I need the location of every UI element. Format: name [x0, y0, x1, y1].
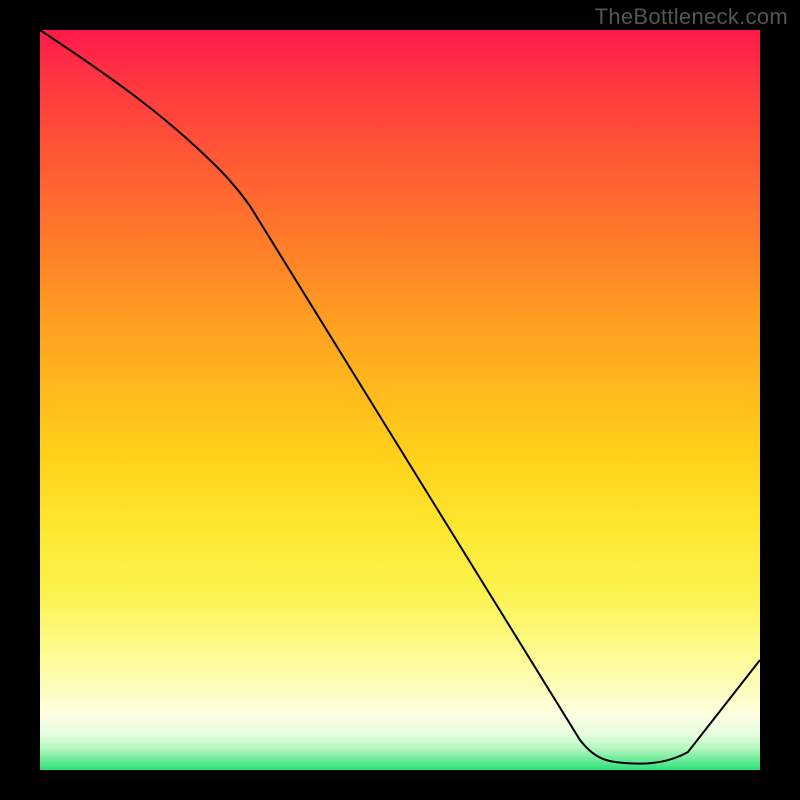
watermark-label: TheBottleneck.com: [595, 4, 788, 30]
bottleneck-curve: [40, 30, 760, 770]
curve-path: [40, 30, 760, 764]
plot-area: [40, 30, 760, 770]
chart-container: TheBottleneck.com: [0, 0, 800, 800]
